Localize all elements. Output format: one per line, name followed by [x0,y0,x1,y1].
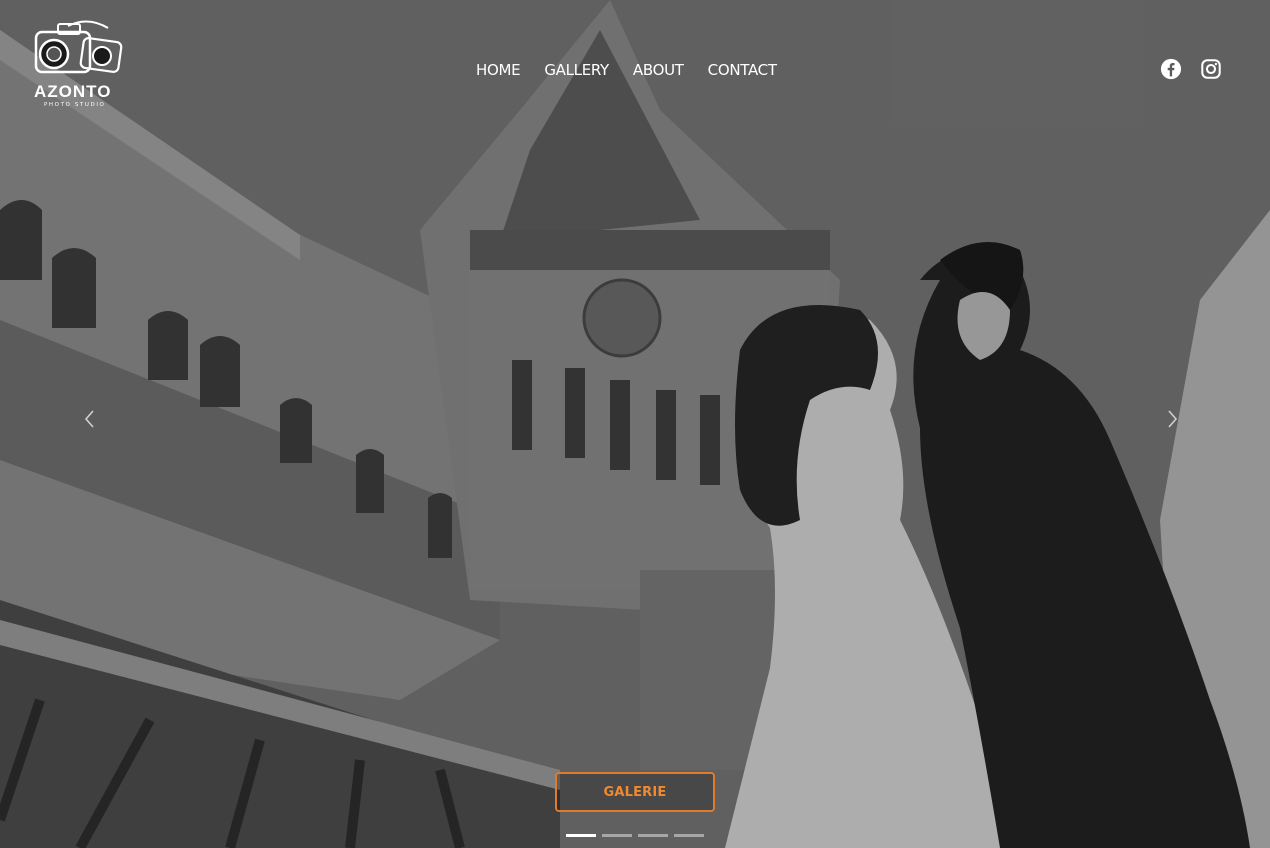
nav-item-home[interactable]: HOME [476,60,521,80]
hero-carousel [0,0,1270,848]
brand-tagline: PHOTO STUDIO [44,102,106,108]
chevron-left-icon [84,410,94,428]
brand-name: AZONTO [34,82,112,101]
carousel-prev-button[interactable] [80,407,100,431]
nav-item-contact[interactable]: CONTACT [708,60,777,80]
carousel-indicator[interactable] [638,834,668,837]
hero-overlay [0,0,1270,848]
nav-item-about[interactable]: ABOUT [633,60,684,80]
logo[interactable]: AZONTO PHOTO STUDIO [28,18,128,110]
main-nav: HOME GALLERY ABOUT CONTACT [476,60,801,80]
chevron-right-icon [1168,410,1178,428]
carousel-indicator[interactable] [602,834,632,837]
carousel-indicators [566,834,704,837]
carousel-indicator[interactable] [566,834,596,837]
facebook-icon[interactable] [1160,58,1182,80]
instagram-icon[interactable] [1200,58,1222,80]
carousel-indicator[interactable] [674,834,704,837]
gallery-cta-button[interactable]: GALERIE [555,772,715,812]
carousel-next-button[interactable] [1162,407,1182,431]
camera-logo-icon [34,20,123,74]
social-links [1160,58,1222,80]
nav-item-gallery[interactable]: GALLERY [544,60,609,80]
